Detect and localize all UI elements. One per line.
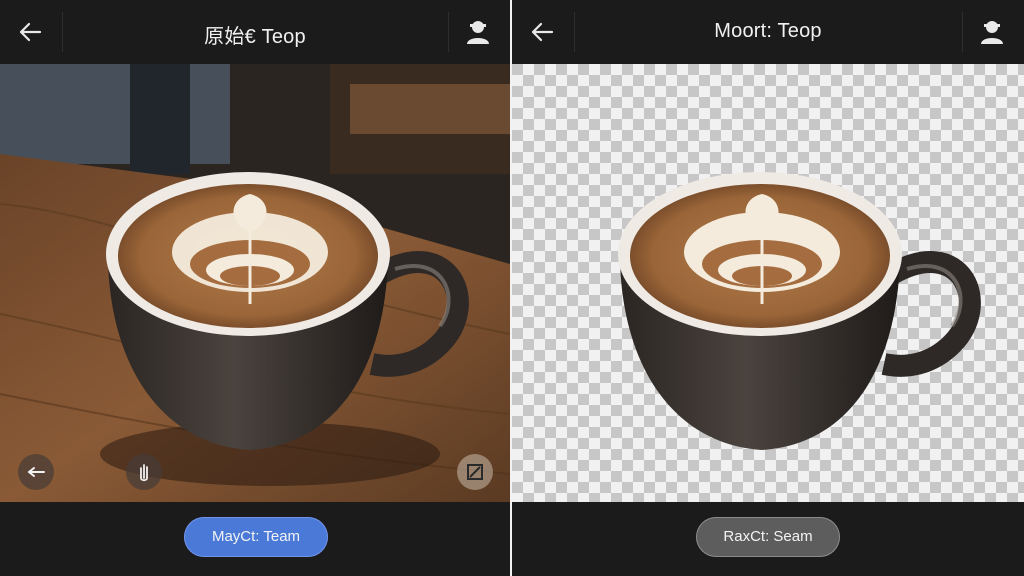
rotate-left-icon bbox=[27, 467, 45, 477]
original-panel: 原始€ Teop MayCt: Team bbox=[0, 0, 510, 576]
primary-action-button[interactable]: MayCt: Team bbox=[184, 517, 328, 557]
right-panel-title: Moort: Teop bbox=[714, 20, 822, 42]
left-bottom-bar: MayCt: Team bbox=[0, 502, 510, 576]
right-top-bar: Moort: Teop bbox=[512, 0, 1024, 64]
right-bottom-bar: RaxCt: Seam bbox=[512, 502, 1024, 576]
left-top-bar: 原始€ Teop bbox=[0, 0, 510, 64]
rotate-left-button[interactable] bbox=[18, 454, 54, 490]
background-removed-photo bbox=[512, 64, 1024, 502]
top-bar-separator bbox=[962, 12, 963, 52]
top-bar-separator bbox=[448, 12, 449, 52]
result-panel: Moort: Teop RaxCt: Seam bbox=[512, 0, 1024, 576]
crop-button[interactable] bbox=[457, 454, 493, 490]
pan-button[interactable] bbox=[126, 454, 162, 490]
user-avatar-icon[interactable] bbox=[464, 18, 492, 46]
comparison-screen: 原始€ Teop MayCt: Team Moort: Teop RaxCt: … bbox=[0, 0, 1024, 576]
user-avatar-icon[interactable] bbox=[978, 18, 1006, 46]
hand-icon bbox=[140, 464, 148, 482]
secondary-action-button[interactable]: RaxCt: Seam bbox=[696, 517, 840, 557]
crop-icon bbox=[467, 464, 483, 480]
original-photo bbox=[0, 64, 510, 502]
left-panel-title: 原始€ Teop bbox=[204, 26, 306, 48]
